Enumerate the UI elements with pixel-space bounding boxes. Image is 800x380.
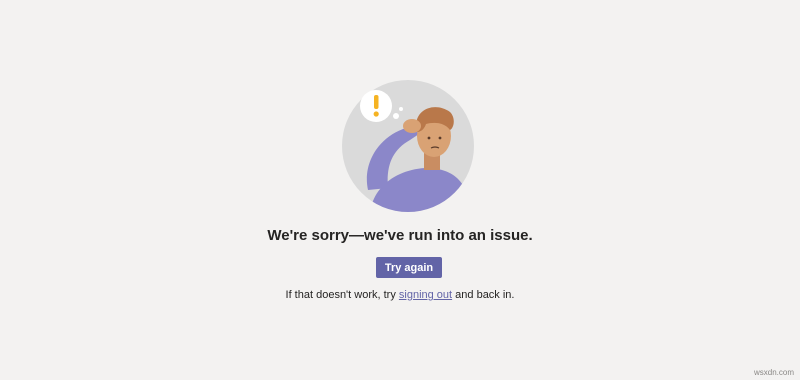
sign-out-link[interactable]: signing out bbox=[399, 289, 452, 301]
confused-person-with-exclamation-icon bbox=[342, 80, 474, 212]
error-headline: We're sorry—we've run into an issue. bbox=[267, 227, 533, 244]
hint-suffix: and back in. bbox=[452, 289, 515, 301]
try-again-button[interactable]: Try again bbox=[376, 257, 442, 278]
confused-person-illustration bbox=[340, 78, 476, 214]
sign-out-hint: If that doesn't work, try signing out an… bbox=[0, 289, 800, 301]
hint-prefix: If that doesn't work, try bbox=[285, 289, 399, 301]
error-page: We're sorry—we've run into an issue. Try… bbox=[0, 0, 800, 380]
watermark: wsxdn.com bbox=[753, 368, 794, 377]
